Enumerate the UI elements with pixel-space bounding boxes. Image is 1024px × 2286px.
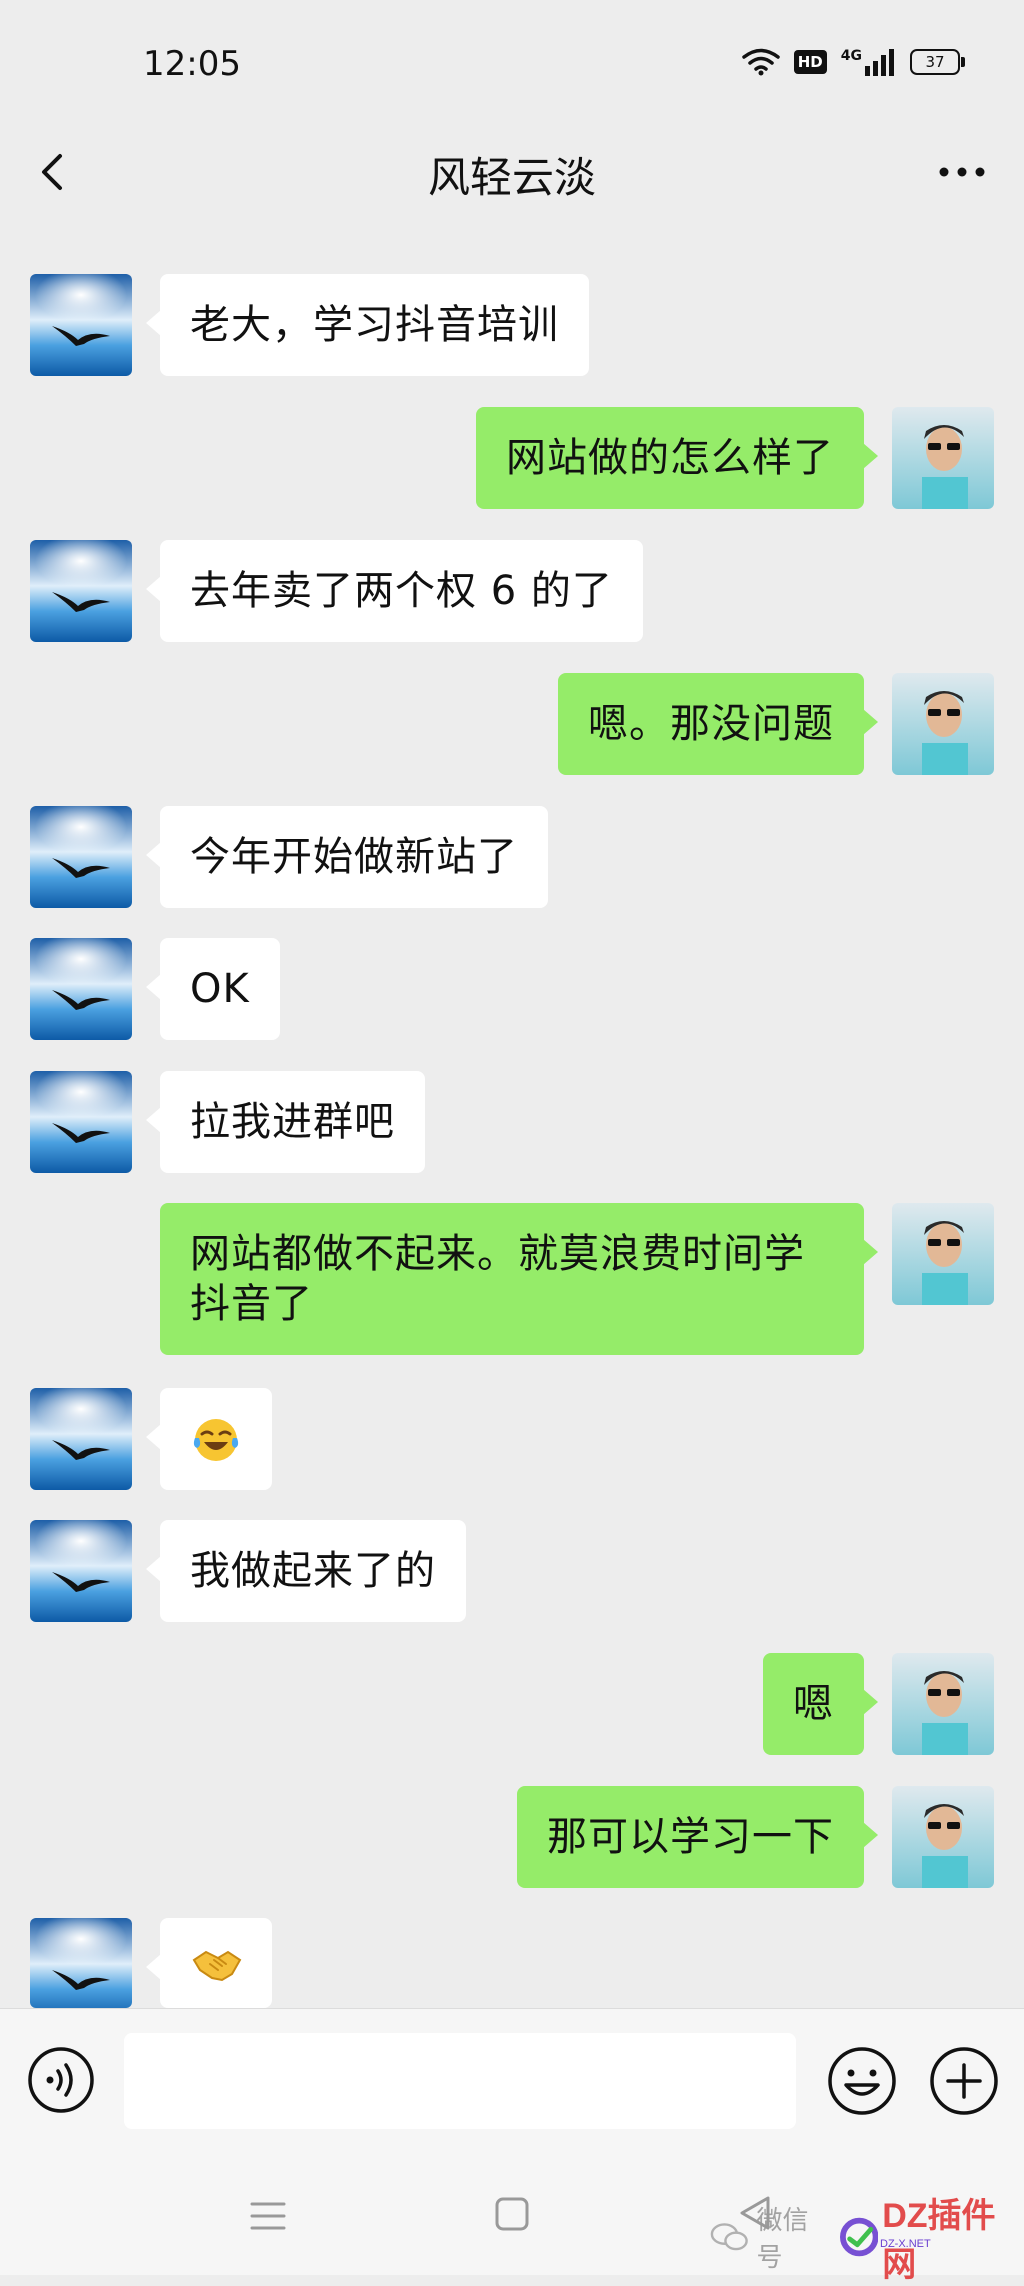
self-avatar[interactable] — [892, 1203, 994, 1305]
watermark-prefix: 微信号 — [756, 2206, 809, 2273]
dz-logo-icon — [839, 2217, 879, 2257]
chat-header: 风轻云淡 — [0, 130, 1024, 214]
status-bar: 12:05 HD 4G 37 — [0, 0, 1024, 130]
emoji-button[interactable] — [826, 2045, 898, 2117]
contact-avatar[interactable] — [30, 938, 132, 1040]
message-bubble-received[interactable]: 我做起来了的 — [146, 1520, 466, 1622]
menu-lines-icon — [250, 2202, 286, 2230]
self-avatar[interactable] — [892, 1786, 994, 1888]
message-bubble-received-emoji[interactable] — [146, 1918, 272, 2008]
contact-avatar[interactable] — [30, 1071, 132, 1173]
message-bubble-received[interactable]: 今年开始做新站了 — [146, 806, 548, 908]
message-bubble-sent[interactable]: 网站做的怎么样了 — [476, 407, 878, 509]
watermark-logo: DZ插件网 — [839, 2188, 1024, 2286]
watermark-brand: DZ插件网 — [882, 2197, 996, 2284]
message-bubble-sent[interactable]: 网站都做不起来。就莫浪费时间学抖音了 — [160, 1203, 878, 1355]
contact-avatar[interactable] — [30, 274, 132, 376]
hd-badge: HD — [793, 50, 827, 74]
contact-avatar[interactable] — [30, 1388, 132, 1490]
status-time: 12:05 — [143, 44, 241, 84]
chat-title: 风轻云淡 — [427, 153, 596, 202]
message-bubble-received[interactable]: 拉我进群吧 — [146, 1071, 425, 1173]
voice-icon — [28, 2047, 94, 2113]
message-bubble-received[interactable]: 去年卖了两个权 6 的了 — [146, 540, 643, 642]
more-button[interactable] — [930, 142, 994, 202]
message-bubble-sent[interactable]: 嗯。那没问题 — [558, 673, 878, 775]
input-bar — [0, 2008, 1024, 2159]
laugh-crying-emoji — [193, 1419, 239, 1461]
contact-avatar[interactable] — [30, 540, 132, 642]
status-icons: HD 4G 37 — [742, 48, 965, 76]
nav-menu-button[interactable] — [248, 2196, 288, 2236]
voice-button[interactable] — [26, 2045, 96, 2115]
system-navigation-bar: 微信号 DZ插件网 DZ-X.NET — [0, 2158, 1024, 2284]
message-bubble-sent[interactable]: 那可以学习一下 — [517, 1786, 878, 1888]
contact-avatar[interactable] — [30, 1918, 132, 2008]
plus-circle-icon — [930, 2047, 998, 2115]
wifi-icon — [742, 48, 780, 76]
network-type-label: 4G — [840, 48, 862, 64]
message-bubble-received[interactable]: 老大，学习抖音培训 — [146, 274, 589, 376]
contact-avatar[interactable] — [30, 1520, 132, 1622]
message-input[interactable] — [124, 2033, 796, 2129]
more-dots-icon — [939, 167, 985, 177]
watermark: 微信号 DZ插件网 — [710, 2188, 1024, 2286]
message-bubble-received[interactable]: OK — [146, 938, 280, 1040]
self-avatar[interactable] — [892, 407, 994, 509]
home-square-icon — [495, 2197, 529, 2231]
self-avatar[interactable] — [892, 673, 994, 775]
battery-indicator: 37 — [910, 49, 965, 75]
nav-home-button[interactable] — [492, 2194, 532, 2234]
emoji-smile-icon — [828, 2047, 896, 2115]
self-avatar[interactable] — [892, 1653, 994, 1755]
watermark-sub: DZ-X.NET — [880, 2238, 931, 2250]
signal-icon — [865, 49, 894, 76]
more-actions-button[interactable] — [928, 2045, 1000, 2117]
message-bubble-sent[interactable]: 嗯 — [763, 1653, 878, 1755]
wechat-icon — [710, 2223, 748, 2251]
message-bubble-received-emoji[interactable] — [146, 1388, 272, 1490]
handshake-emoji — [192, 1950, 242, 1982]
contact-avatar[interactable] — [30, 806, 132, 908]
